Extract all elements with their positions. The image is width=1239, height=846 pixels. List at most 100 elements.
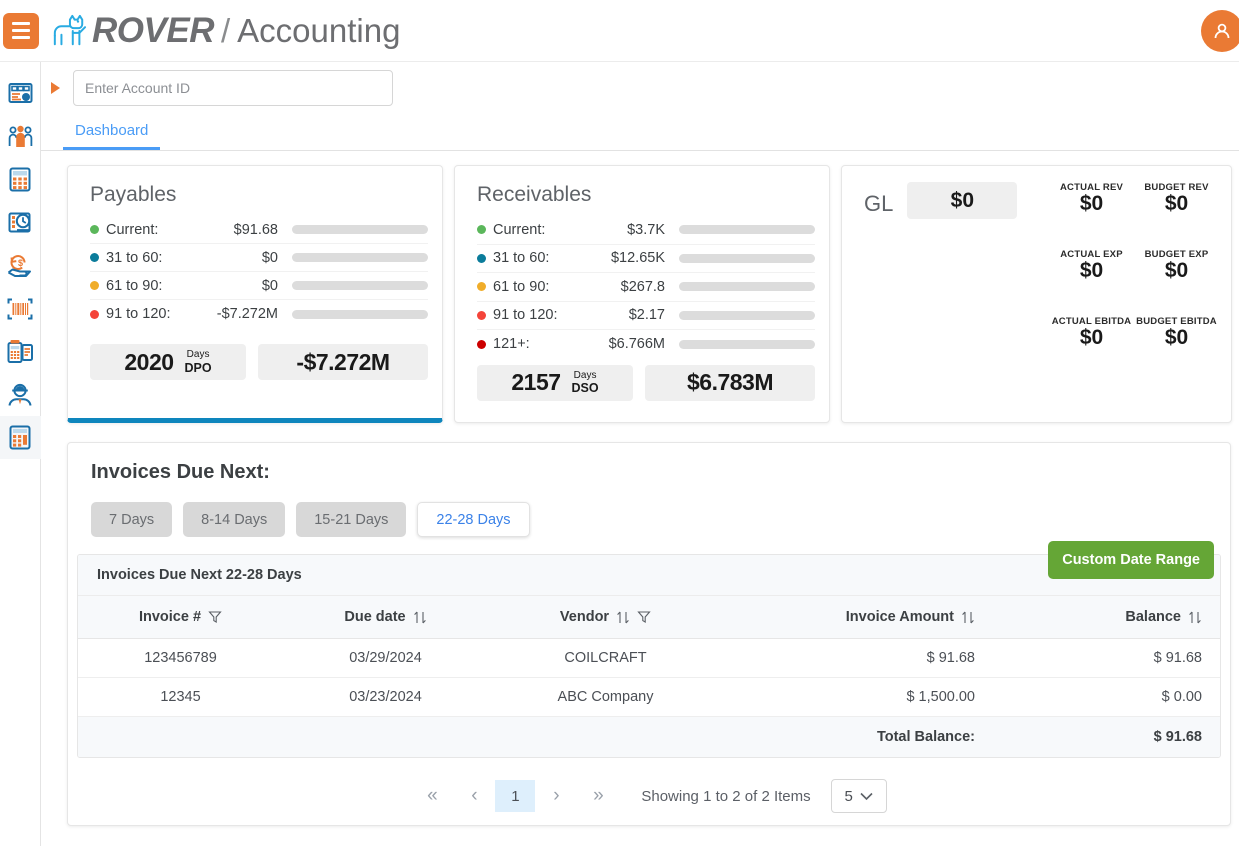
rail-item-worker[interactable]	[0, 373, 41, 416]
filter-icon[interactable]	[208, 610, 222, 624]
column-label: Balance	[1125, 609, 1181, 625]
expand-triangle-icon[interactable]	[51, 82, 60, 94]
sort-icon[interactable]	[413, 610, 427, 625]
receivables-total: $6.783M	[645, 365, 815, 401]
last-page-button[interactable]: »	[577, 779, 619, 813]
aging-row: 121+: $6.766M	[477, 330, 815, 359]
pagination: « ‹ 1 › » Showing 1 to 2 of 2 Items 5	[68, 779, 1230, 813]
aging-value: $12.65K	[581, 250, 665, 266]
total-balance-label: Total Balance:	[723, 717, 993, 758]
aging-bar	[292, 253, 428, 262]
rail-item-time-clock[interactable]	[0, 201, 41, 244]
dpo-unit-top: Days	[187, 349, 210, 360]
page-size-select[interactable]: 5	[831, 779, 887, 813]
range-tab-8-14-days[interactable]: 8-14 Days	[183, 502, 285, 537]
dso-unit-bottom: DSO	[572, 381, 599, 395]
page-number-1[interactable]: 1	[495, 780, 535, 812]
dashboard-icon	[8, 82, 33, 105]
table-row[interactable]: 12345 03/23/2024 ABC Company $ 1,500.00 …	[78, 678, 1220, 717]
accounting-calculator-icon	[9, 425, 31, 450]
hand-dollar-icon: $	[7, 254, 33, 278]
receivables-total-value: $6.783M	[687, 369, 773, 396]
status-dot	[477, 311, 486, 320]
dog-logo-icon	[50, 14, 88, 48]
previous-page-button[interactable]: ‹	[453, 779, 495, 813]
dpo-unit-bottom: DPO	[185, 361, 212, 375]
aging-row: 31 to 60: $0	[90, 244, 428, 272]
table-row[interactable]: 123456789 03/29/2024 COILCRAFT $ 91.68 $…	[78, 639, 1220, 678]
brand-logo[interactable]: ROVER / Accounting	[50, 11, 400, 51]
column-header-invoice[interactable]: Invoice #	[78, 596, 283, 639]
aging-label: 61 to 90:	[106, 278, 194, 294]
next-page-button[interactable]: ›	[535, 779, 577, 813]
aging-label: 31 to 60:	[106, 250, 194, 266]
time-clock-icon	[8, 211, 33, 235]
gl-metric-value: $0	[1049, 326, 1134, 350]
filter-icon[interactable]	[637, 610, 651, 624]
left-icon-rail: $	[0, 62, 41, 846]
aging-row: 31 to 60: $12.65K	[477, 245, 815, 274]
rail-item-payments[interactable]: $	[0, 244, 41, 287]
gl-metric: ACTUAL REV $0	[1049, 182, 1134, 216]
tab-dashboard[interactable]: Dashboard	[63, 122, 160, 150]
dpo-value: 2020	[124, 349, 173, 376]
rail-item-calculator[interactable]	[0, 158, 41, 201]
cell-amount: $ 1,500.00	[723, 678, 993, 717]
rail-item-barcode[interactable]	[0, 287, 41, 330]
rail-item-pos-terminal[interactable]	[0, 330, 41, 373]
cell-invoice: 123456789	[78, 639, 283, 678]
brand-separator: /	[221, 12, 230, 50]
payables-title: Payables	[68, 166, 442, 216]
aging-bar	[292, 225, 428, 234]
hamburger-icon[interactable]	[3, 13, 39, 49]
status-dot	[90, 281, 99, 290]
rail-item-accounting[interactable]	[0, 416, 41, 459]
aging-value: $91.68	[194, 222, 278, 238]
gl-metric: ACTUAL EBITDA $0	[1049, 316, 1134, 350]
column-label: Due date	[344, 609, 405, 625]
gl-total-value: $0	[907, 182, 1017, 219]
aging-label: 121+:	[493, 336, 581, 352]
cell-due-date: 03/23/2024	[283, 678, 488, 717]
column-header-vendor[interactable]: Vendor	[488, 596, 723, 639]
summary-cards-row: Payables Current: $91.68 31 to 60: $0	[67, 165, 1231, 423]
module-name: Accounting	[237, 12, 400, 50]
rail-item-dashboard[interactable]	[0, 72, 41, 115]
aging-value: -$7.272M	[194, 306, 278, 322]
total-balance-value: $ 91.68	[993, 717, 1220, 758]
sort-icon[interactable]	[961, 610, 975, 625]
receivables-title: Receivables	[455, 166, 829, 216]
gl-metrics-grid: ACTUAL REV $0 BUDGET REV $0 AC	[1049, 182, 1219, 383]
user-avatar-icon[interactable]	[1201, 10, 1239, 52]
sort-icon[interactable]	[616, 610, 630, 625]
custom-date-range-button[interactable]: Custom Date Range	[1048, 541, 1214, 579]
column-header-invoice-amount[interactable]: Invoice Amount	[723, 596, 993, 639]
column-header-balance[interactable]: Balance	[993, 596, 1220, 639]
aging-label: 31 to 60:	[493, 250, 581, 266]
range-tab-15-21-days[interactable]: 15-21 Days	[296, 502, 406, 537]
receivables-stats: 2157 Days DSO $6.783M	[455, 359, 829, 401]
account-id-input[interactable]	[73, 70, 393, 106]
aging-row: 61 to 90: $267.8	[477, 273, 815, 302]
hamburger-bar	[12, 22, 30, 25]
payables-total-value: -$7.272M	[296, 349, 389, 376]
page-size-value: 5	[844, 788, 852, 805]
cell-due-date: 03/29/2024	[283, 639, 488, 678]
people-icon	[8, 124, 33, 149]
range-tab-7-days[interactable]: 7 Days	[91, 502, 172, 537]
range-tab-22-28-days[interactable]: 22-28 Days	[417, 502, 529, 537]
aging-value: $2.17	[581, 307, 665, 323]
first-page-button[interactable]: «	[411, 779, 453, 813]
sort-icon[interactable]	[1188, 610, 1202, 625]
status-dot	[477, 340, 486, 349]
cell-vendor: COILCRAFT	[488, 639, 723, 678]
aging-value: $6.766M	[581, 336, 665, 352]
account-search-row	[41, 62, 1239, 114]
column-header-due-date[interactable]: Due date	[283, 596, 488, 639]
main-content: Dashboard Payables Current: $91.68	[41, 62, 1239, 846]
rail-item-people[interactable]	[0, 115, 41, 158]
aging-bar	[679, 311, 815, 320]
column-label: Invoice Amount	[846, 609, 954, 625]
status-dot	[90, 253, 99, 262]
dpo-stat: 2020 Days DPO	[90, 344, 246, 380]
